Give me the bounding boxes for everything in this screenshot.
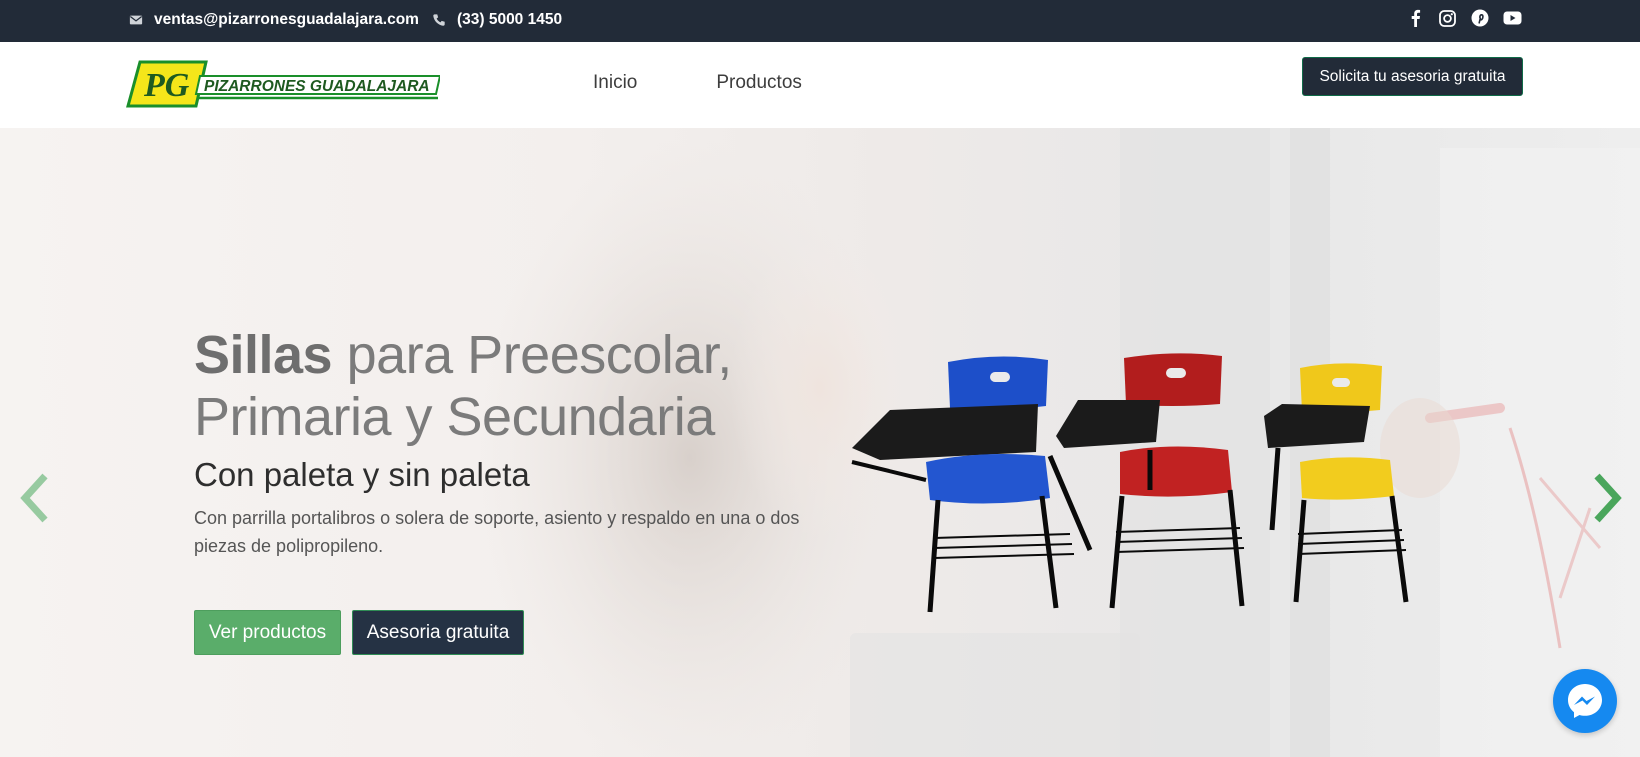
hero-content: Sillas para Preescolar, Primaria y Secun… <box>194 324 814 560</box>
hero-description: Con parrilla portalibros o solera de sop… <box>194 508 800 556</box>
messenger-chat-button[interactable] <box>1553 669 1617 733</box>
messenger-icon <box>1568 684 1602 718</box>
free-consultation-button[interactable]: Asesoria gratuita <box>352 610 524 655</box>
nav-productos[interactable]: Productos <box>716 72 802 94</box>
phone-text[interactable]: (33) 5000 1450 <box>457 11 562 29</box>
instagram-icon[interactable] <box>1437 8 1459 28</box>
hero-subtitle: Con paleta y sin paleta <box>194 456 530 493</box>
hero-title-strong: Sillas <box>194 325 333 385</box>
site-logo[interactable]: PG PIZARRONES GUADALAJARA <box>126 60 440 110</box>
hero-buttons: Ver productos Asesoria gratuita <box>194 610 524 655</box>
hero-title: Sillas para Preescolar, Primaria y Secun… <box>194 324 814 448</box>
email-text[interactable]: ventas@pizarronesguadalajara.com <box>154 11 419 29</box>
chevron-left-icon <box>20 473 48 523</box>
phone-contact[interactable]: (33) 5000 1450 <box>432 11 562 29</box>
red-chair <box>1056 353 1245 609</box>
yellow-chair <box>1264 363 1409 603</box>
contact-info: ventas@pizarronesguadalajara.com (33) 50… <box>129 0 562 40</box>
envelope-icon <box>129 15 143 25</box>
pinterest-icon[interactable] <box>1469 8 1491 28</box>
blue-chair <box>851 356 1093 613</box>
slider-prev-arrow[interactable] <box>18 472 50 524</box>
slider-next-arrow[interactable] <box>1592 472 1624 524</box>
school-chairs-image <box>851 353 1409 613</box>
logo-mark: PG <box>143 67 190 104</box>
site-header: PG PIZARRONES GUADALAJARA Inicio Product… <box>0 42 1640 128</box>
chevron-right-icon <box>1594 473 1622 523</box>
hero-slider: Sillas para Preescolar, Primaria y Secun… <box>0 128 1640 757</box>
email-contact[interactable]: ventas@pizarronesguadalajara.com <box>129 11 419 29</box>
social-links <box>1404 8 1534 28</box>
logo-text: PIZARRONES GUADALAJARA <box>204 78 430 95</box>
nav-inicio[interactable]: Inicio <box>593 72 637 94</box>
request-consultation-button[interactable]: Solicita tu asesoria gratuita <box>1302 57 1523 96</box>
top-bar: ventas@pizarronesguadalajara.com (33) 50… <box>0 0 1640 42</box>
view-products-button[interactable]: Ver productos <box>194 610 341 655</box>
facebook-icon[interactable] <box>1404 8 1426 28</box>
phone-icon <box>433 14 445 26</box>
main-nav: Inicio Productos <box>593 72 802 94</box>
youtube-icon[interactable] <box>1502 8 1524 28</box>
